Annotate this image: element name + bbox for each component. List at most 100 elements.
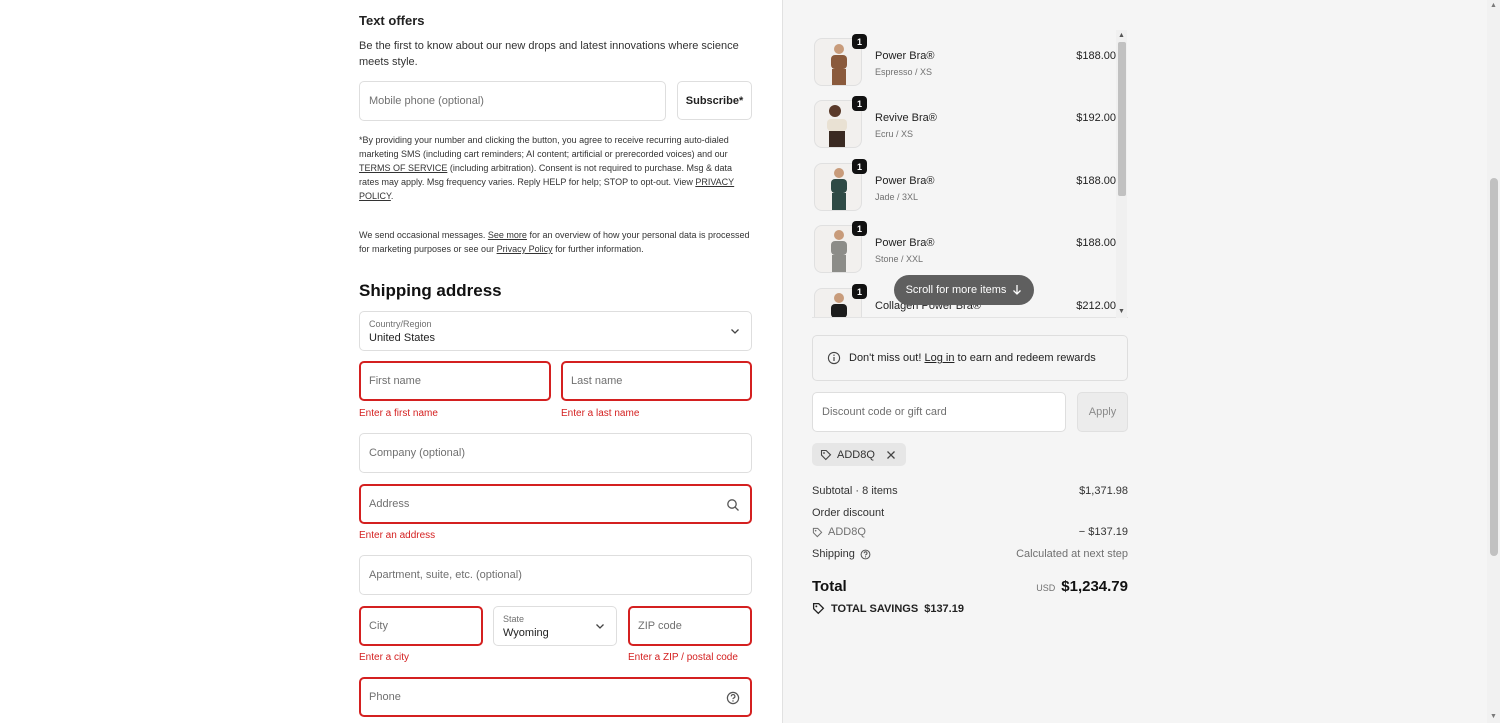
see-more-link[interactable]: See more xyxy=(488,230,527,240)
discount-code-input[interactable]: Discount code or gift card xyxy=(812,392,1066,432)
applied-discount-tag: ADD8Q xyxy=(812,443,906,466)
company-placeholder: Company (optional) xyxy=(369,447,465,459)
marketing-messages-text: We send occasional messages. See more fo… xyxy=(359,228,752,256)
cart-scrollbar[interactable]: ▲ ▼ xyxy=(1116,30,1127,318)
state-label: State xyxy=(503,614,525,624)
scroll-hint-label: Scroll for more items xyxy=(905,284,1007,296)
country-value: United States xyxy=(369,332,436,344)
country-select[interactable]: Country/Region United States xyxy=(359,311,752,351)
item-name: Power Bra® xyxy=(875,237,935,249)
item-name: Revive Bra® xyxy=(875,112,937,124)
msg-part-3: for further information. xyxy=(552,244,644,254)
shipping-label: Shipping xyxy=(812,548,855,560)
item-variant: Noir / XXL xyxy=(875,317,916,318)
sms-legal-part-1: *By providing your number and clicking t… xyxy=(359,135,729,159)
mobile-phone-placeholder: Mobile phone (optional) xyxy=(369,95,484,107)
page-scrollbar-thumb[interactable] xyxy=(1490,178,1498,556)
checkout-form-pane: Text offers Be the first to know about o… xyxy=(0,0,782,723)
discount-code-label: ADD8Q xyxy=(828,526,866,538)
mobile-phone-input[interactable]: Mobile phone (optional) xyxy=(359,81,666,121)
page-scrollbar[interactable]: ▲ ▼ xyxy=(1487,0,1500,723)
city-input[interactable]: City xyxy=(359,606,483,646)
total-savings: TOTAL SAVINGS $137.19 xyxy=(812,602,964,615)
address-placeholder: Address xyxy=(369,498,410,510)
subtotal-label: Subtotal · 8 items xyxy=(812,485,898,497)
country-label: Country/Region xyxy=(369,319,432,329)
tag-icon xyxy=(812,527,823,537)
info-icon xyxy=(827,351,841,365)
state-value: Wyoming xyxy=(503,627,549,639)
discount-value: − $137.19 xyxy=(1078,526,1128,538)
savings-value: $137.19 xyxy=(924,602,964,615)
subscribe-button[interactable]: Subscribe* xyxy=(677,81,752,120)
item-variant: Stone / XXL xyxy=(875,254,924,264)
total-amount: USD $1,234.79 xyxy=(1036,578,1128,595)
order-discount-row: Order discount xyxy=(812,507,1128,519)
quantity-badge: 1 xyxy=(852,284,867,299)
company-input[interactable]: Company (optional) xyxy=(359,433,752,473)
city-placeholder: City xyxy=(369,620,388,632)
apply-discount-button[interactable]: Apply xyxy=(1077,392,1128,432)
savings-label: TOTAL SAVINGS xyxy=(831,602,919,615)
cart-item: 1 Revive Bra® Ecru / XS $192.00 xyxy=(812,96,1116,152)
tag-icon xyxy=(812,602,825,615)
phone-placeholder: Phone xyxy=(369,691,401,703)
shipping-value: Calculated at next step xyxy=(1016,548,1128,560)
login-link[interactable]: Log in xyxy=(924,352,954,364)
state-select[interactable]: State Wyoming xyxy=(493,606,617,646)
tag-icon xyxy=(820,449,832,460)
search-icon xyxy=(727,499,739,511)
zip-error: Enter a ZIP / postal code xyxy=(628,652,738,663)
rewards-text-2: to earn and redeem rewards xyxy=(954,352,1096,364)
rewards-text-1: Don't miss out! xyxy=(849,352,925,364)
last-name-input[interactable]: Last name xyxy=(561,361,752,401)
cart-item: 1 Power Bra® Jade / 3XL $188.00 xyxy=(812,159,1116,215)
terms-of-service-link[interactable]: TERMS OF SERVICE xyxy=(359,163,447,173)
quantity-badge: 1 xyxy=(852,159,867,174)
zip-input[interactable]: ZIP code xyxy=(628,606,752,646)
apartment-placeholder: Apartment, suite, etc. (optional) xyxy=(369,569,522,581)
first-name-input[interactable]: First name xyxy=(359,361,551,401)
apartment-input[interactable]: Apartment, suite, etc. (optional) xyxy=(359,555,752,595)
last-name-error: Enter a last name xyxy=(561,408,640,419)
order-discount-label: Order discount xyxy=(812,507,885,519)
address-input[interactable]: Address xyxy=(359,484,752,524)
subtotal-value: $1,371.98 xyxy=(1079,485,1128,497)
help-circle-icon[interactable] xyxy=(860,549,871,560)
item-price: $188.00 xyxy=(1076,237,1116,249)
scroll-down-arrow-icon[interactable]: ▼ xyxy=(1118,308,1125,316)
item-variant: Espresso / XS xyxy=(875,67,933,77)
chevron-down-icon xyxy=(596,624,604,629)
zip-placeholder: ZIP code xyxy=(638,620,682,632)
scroll-for-more-button[interactable]: Scroll for more items xyxy=(894,275,1034,305)
scroll-up-arrow-icon[interactable]: ▲ xyxy=(1490,2,1497,10)
total-value: $1,234.79 xyxy=(1061,578,1128,595)
text-offers-description: Be the first to know about our new drops… xyxy=(359,40,739,68)
discount-placeholder: Discount code or gift card xyxy=(822,406,947,418)
city-error: Enter a city xyxy=(359,652,410,663)
scroll-up-arrow-icon[interactable]: ▲ xyxy=(1118,32,1125,40)
sms-legal-part-3: . xyxy=(390,191,394,201)
privacy-policy-link-2[interactable]: Privacy Policy xyxy=(497,244,553,254)
address-error: Enter an address xyxy=(359,530,436,541)
item-variant: Ecru / XS xyxy=(875,129,914,139)
help-circle-icon[interactable] xyxy=(726,691,740,705)
quantity-badge: 1 xyxy=(852,96,867,111)
phone-input[interactable]: Phone xyxy=(359,677,752,717)
shipping-address-heading: Shipping address xyxy=(359,281,502,300)
chevron-down-icon xyxy=(731,329,739,334)
item-price: $188.00 xyxy=(1076,175,1116,187)
scroll-down-arrow-icon[interactable]: ▼ xyxy=(1490,713,1497,721)
cart-scrollbar-thumb[interactable] xyxy=(1118,42,1126,196)
shipping-label-cell: Shipping xyxy=(812,548,871,560)
item-variant: Jade / 3XL xyxy=(875,192,919,202)
msg-part-1: We send occasional messages. xyxy=(359,230,488,240)
total-label: Total xyxy=(812,578,847,595)
item-name: Power Bra® xyxy=(875,50,935,62)
text-offers-heading: Text offers xyxy=(359,13,425,28)
discount-code-cell: ADD8Q xyxy=(812,526,866,538)
rewards-notice: Don't miss out! Log in to earn and redee… xyxy=(812,335,1128,381)
remove-discount-icon[interactable] xyxy=(884,448,898,462)
cart-item: 1 Power Bra® Stone / XXL $188.00 xyxy=(812,221,1116,277)
first-name-placeholder: First name xyxy=(369,375,421,387)
